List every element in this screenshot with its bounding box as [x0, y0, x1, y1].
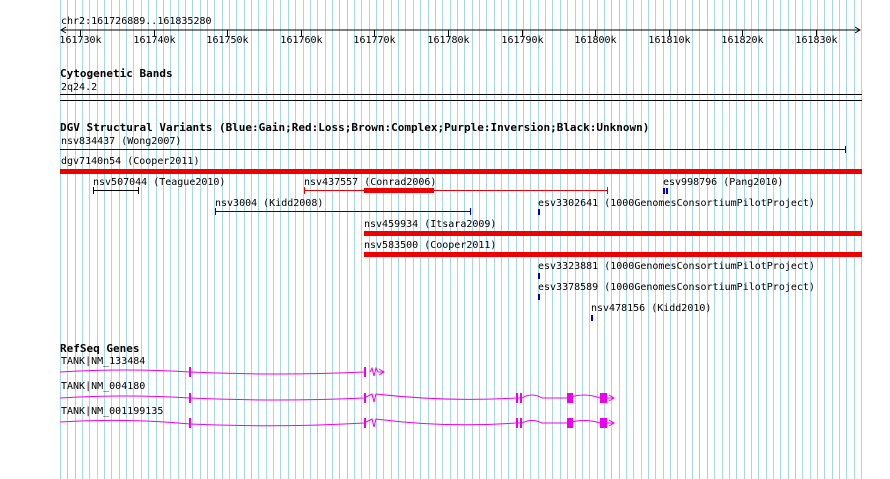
exon — [516, 393, 518, 403]
exon — [364, 367, 366, 377]
exon — [600, 418, 607, 428]
exon — [189, 367, 191, 377]
exon — [567, 418, 573, 428]
gene-model-1 — [59, 369, 365, 375]
exon — [600, 393, 607, 403]
exon — [364, 418, 366, 428]
exon — [520, 418, 522, 428]
refseq-gene-models — [59, 366, 615, 428]
exon — [189, 393, 191, 403]
gene-model-3 — [59, 418, 613, 428]
exon — [567, 393, 573, 403]
exon — [189, 418, 191, 428]
exon — [520, 393, 522, 403]
gene-model-2 — [59, 393, 613, 403]
exon — [516, 418, 518, 428]
exon — [364, 393, 366, 403]
